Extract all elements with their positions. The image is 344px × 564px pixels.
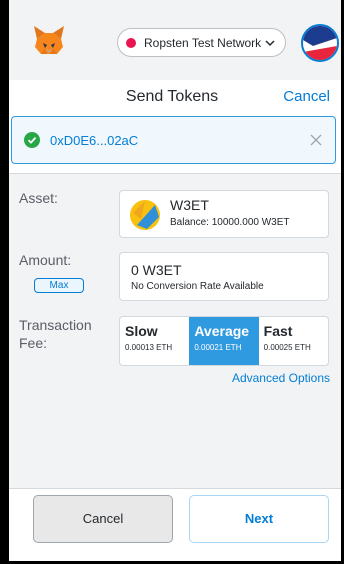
fee-label-line2: Fee: bbox=[19, 335, 48, 351]
cancel-button[interactable]: Cancel bbox=[33, 495, 173, 543]
network-selector[interactable]: Ropsten Test Network bbox=[117, 28, 286, 57]
window-border-left bbox=[0, 0, 9, 564]
account-avatar[interactable] bbox=[301, 24, 339, 62]
fee-option-name: Slow bbox=[125, 323, 158, 339]
footer-actions: Cancel Next bbox=[9, 488, 341, 561]
fee-option-average[interactable]: Average 0.00021 ETH bbox=[189, 317, 259, 365]
close-icon[interactable] bbox=[309, 133, 323, 147]
metamask-fox-icon bbox=[34, 26, 64, 54]
identicon-icon bbox=[303, 26, 337, 60]
fee-option-value: 0.00025 ETH bbox=[263, 343, 311, 352]
fee-option-slow[interactable]: Slow 0.00013 ETH bbox=[120, 317, 189, 365]
advanced-options-link[interactable]: Advanced Options bbox=[232, 371, 330, 385]
token-icon bbox=[130, 200, 160, 230]
next-button[interactable]: Next bbox=[189, 495, 329, 543]
fee-selector: Slow 0.00013 ETH Average 0.00021 ETH Fas… bbox=[119, 316, 329, 366]
asset-balance: Balance: 10000.000 W3ET bbox=[170, 217, 290, 228]
amount-input[interactable]: 0 W3ET No Conversion Rate Available bbox=[119, 252, 329, 301]
chevron-down-icon bbox=[265, 39, 275, 46]
asset-selector[interactable]: W3ET Balance: 10000.000 W3ET bbox=[119, 190, 329, 238]
max-button[interactable]: Max bbox=[34, 278, 84, 293]
send-form: Asset: W3ET Balance: 10000.000 W3ET Amou… bbox=[9, 173, 341, 488]
recipient-address: 0xD0E6...02aC bbox=[50, 132, 139, 148]
amount-label: Amount: bbox=[19, 252, 72, 268]
amount-value: 0 W3ET bbox=[131, 262, 182, 278]
fee-option-value: 0.00013 ETH bbox=[125, 343, 173, 352]
check-circle-icon bbox=[24, 132, 40, 148]
asset-name: W3ET bbox=[170, 197, 209, 213]
conversion-note: No Conversion Rate Available bbox=[131, 281, 264, 292]
header-cancel-link[interactable]: Cancel bbox=[283, 88, 330, 105]
metamask-popup: Ropsten Test Network Send Tokens Cancel … bbox=[0, 0, 344, 564]
asset-label: Asset: bbox=[19, 190, 58, 206]
page-title: Send Tokens bbox=[125, 88, 219, 105]
app-header: Ropsten Test Network bbox=[9, 0, 341, 80]
fee-label-line1: Transaction bbox=[19, 317, 92, 333]
network-status-dot bbox=[126, 37, 136, 48]
network-label: Ropsten Test Network bbox=[144, 35, 262, 50]
fee-option-value: 0.00021 ETH bbox=[194, 343, 242, 352]
fee-option-fast[interactable]: Fast 0.00025 ETH bbox=[259, 317, 328, 365]
fee-option-name: Fast bbox=[263, 323, 293, 339]
recipient-field[interactable]: 0xD0E6...02aC bbox=[11, 116, 336, 164]
fee-option-name: Average bbox=[194, 323, 250, 339]
